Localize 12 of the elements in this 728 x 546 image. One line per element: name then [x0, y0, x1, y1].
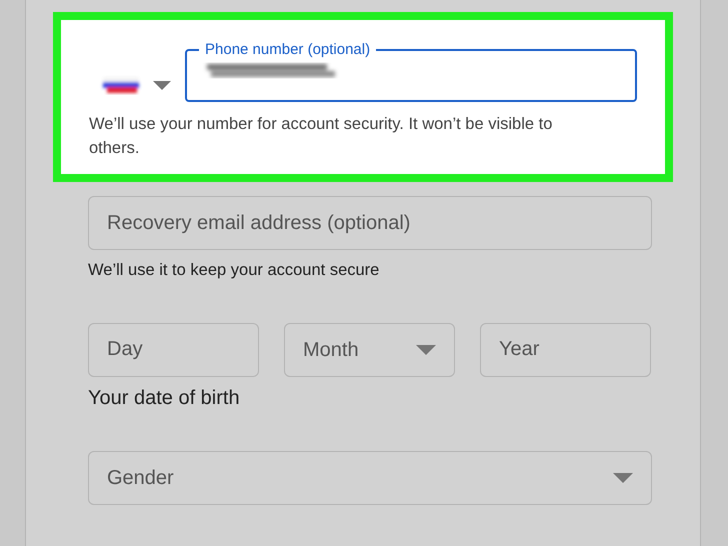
date-field[interactable]: Year — [480, 322, 651, 377]
caret-icon — [613, 472, 633, 483]
caret-icon — [153, 80, 171, 90]
date-of-birth-caption: Your date of birth — [88, 386, 241, 411]
gender-dropdown[interactable]: Gender — [88, 450, 652, 505]
phone-hint: We’ll use your number for account security. It won’t be visible to others. — [89, 114, 554, 159]
date-field[interactable]: Day — [88, 322, 259, 377]
phone-number-field[interactable]: Phone number (optional) — [185, 40, 637, 102]
recovery-email-hint: We’ll use it to keep your account secure — [88, 260, 380, 281]
caret-icon — [416, 344, 436, 355]
month-dropdown[interactable]: Month — [284, 322, 455, 377]
recovery-email-field[interactable]: Recovery email address (optional) — [88, 196, 652, 250]
